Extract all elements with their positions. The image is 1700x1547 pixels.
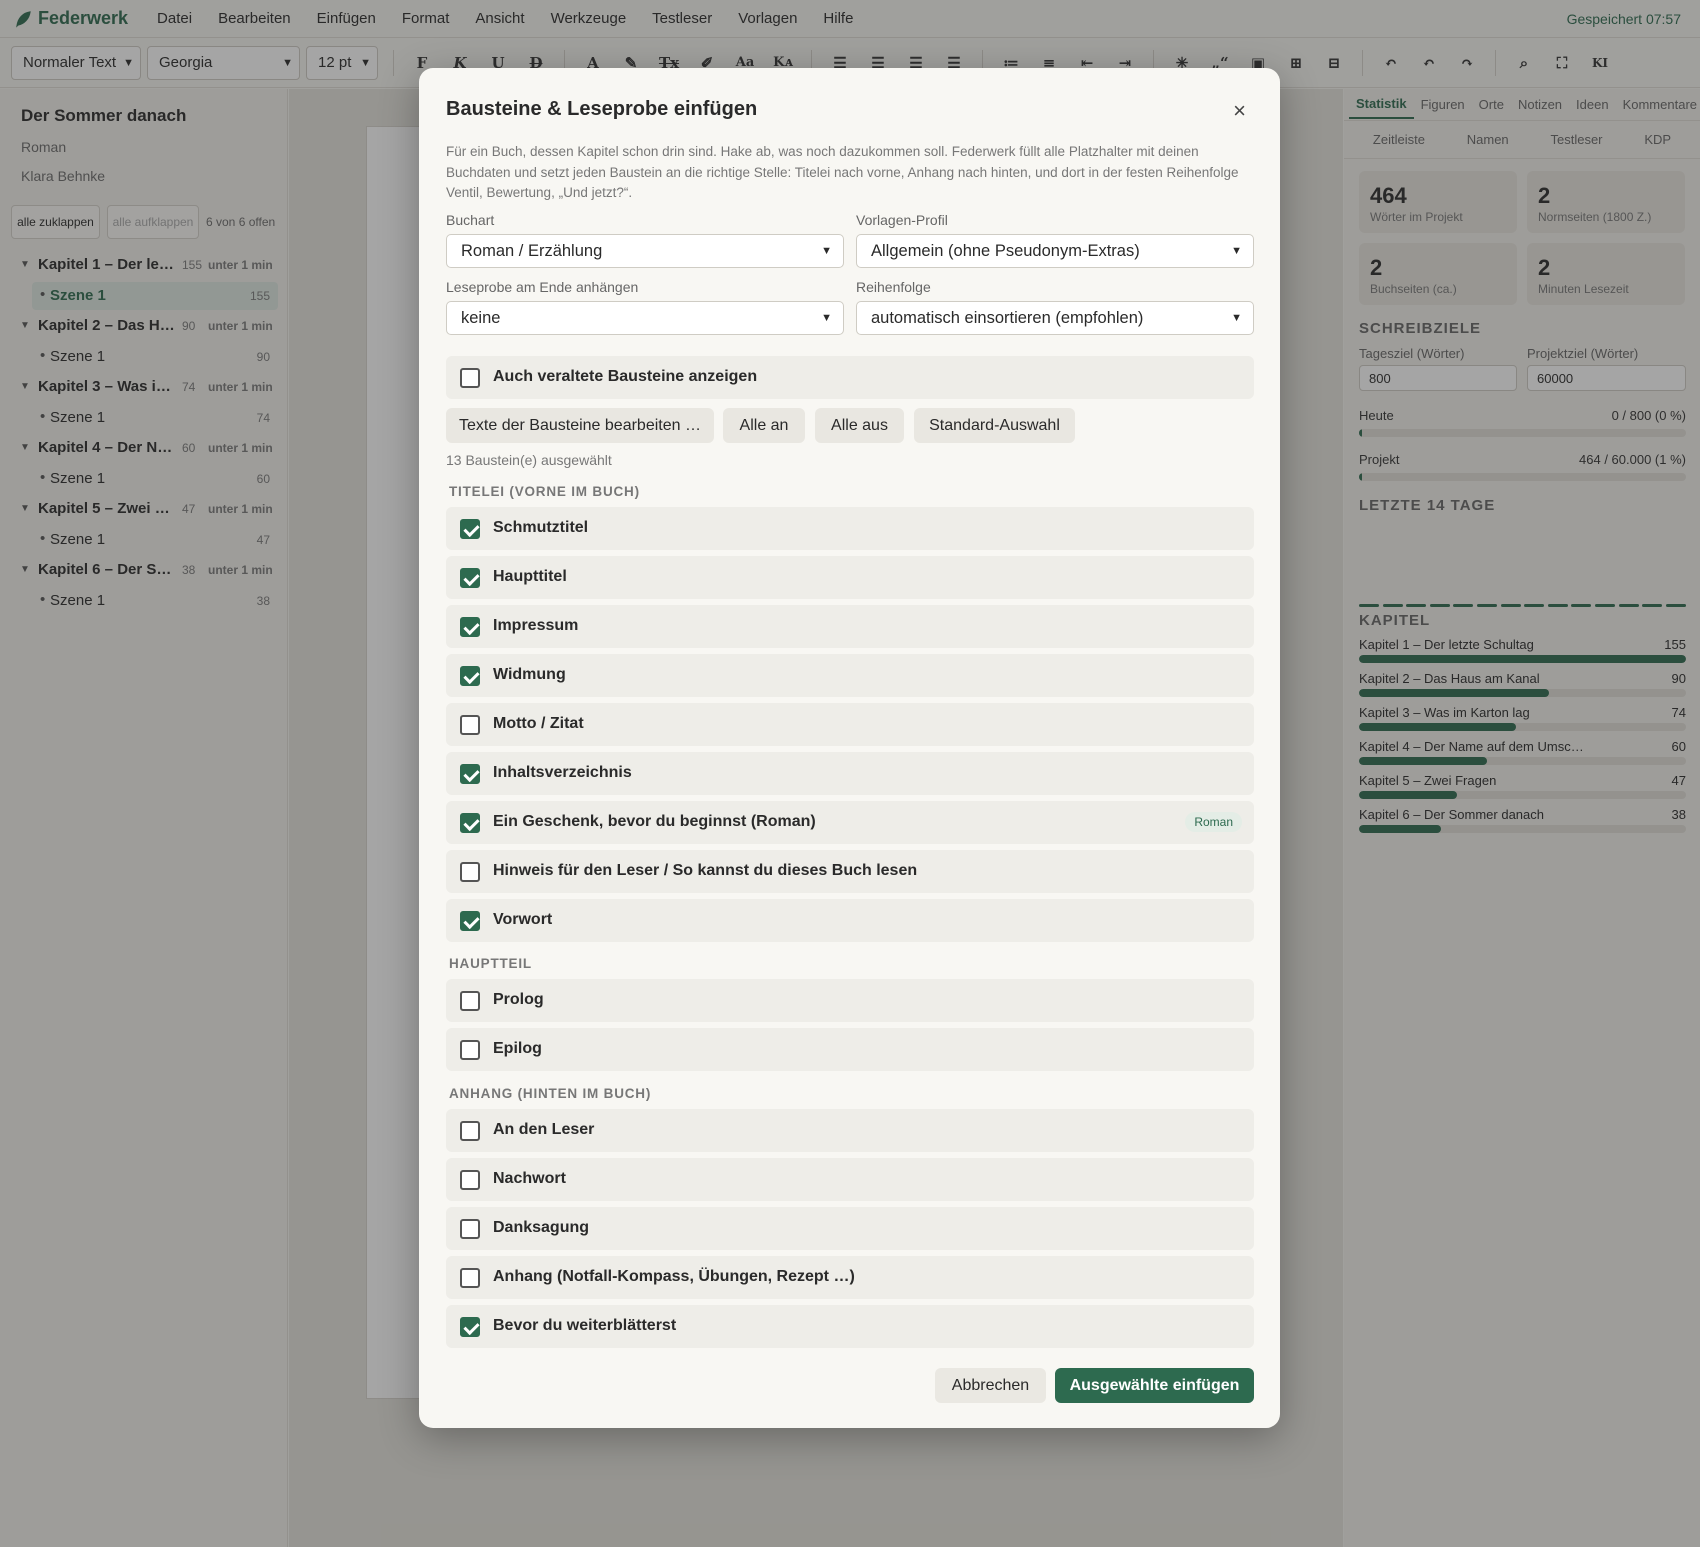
chevron-down-icon: ▼ [821,312,832,324]
chevron-down-icon: ▼ [821,245,832,257]
block-option-label: Widmung [493,666,566,683]
order-value: automatisch einsortieren (empfohlen) [871,309,1144,327]
checkbox[interactable] [460,1040,480,1060]
block-option[interactable]: Nachwort [446,1158,1254,1201]
section-front-heading: TITELEI (VORNE IM BUCH) [449,484,640,499]
block-option-label: Hinweis für den Leser / So kannst du die… [493,862,918,879]
checkbox[interactable] [460,862,480,882]
selected-count: 13 Baustein(e) ausgewählt [446,452,612,468]
chevron-down-icon: ▼ [1231,312,1242,324]
section-back-heading: ANHANG (HINTEN IM BUCH) [449,1086,652,1101]
insert-blocks-dialog: Bausteine & Leseprobe einfügen × Für ein… [419,68,1280,1428]
block-option-label: Vorwort [493,911,553,928]
profile-label: Vorlagen-Profil [856,212,948,228]
order-label: Reihenfolge [856,279,931,295]
sample-value: keine [461,309,501,327]
block-option-label: Impressum [493,617,579,634]
block-option[interactable]: Hinweis für den Leser / So kannst du die… [446,850,1254,893]
checkbox[interactable] [460,764,480,784]
insert-selected-button[interactable]: Ausgewählte einfügen [1055,1368,1254,1403]
section-main-heading: HAUPTTEIL [449,956,532,971]
checkbox[interactable] [460,568,480,588]
block-option-label: Ein Geschenk, bevor du beginnst (Roman) [493,813,816,830]
checkbox[interactable] [460,1268,480,1288]
checkbox[interactable] [460,1219,480,1239]
checkbox-label: Auch veraltete Bausteine anzeigen [493,368,758,385]
checkbox[interactable] [460,911,480,931]
block-option[interactable]: Danksagung [446,1207,1254,1250]
block-option-label: Epilog [493,1040,542,1057]
block-option-label: Bevor du weiterblätterst [493,1317,677,1334]
checkbox[interactable] [460,813,480,833]
profile-value: Allgemein (ohne Pseudonym-Extras) [871,242,1140,260]
all-off-button[interactable]: Alle aus [815,408,904,443]
checkbox[interactable] [460,1170,480,1190]
block-option[interactable]: Anhang (Notfall-Kompass, Übungen, Rezept… [446,1256,1254,1299]
book-type-value: Roman / Erzählung [461,242,603,260]
block-option[interactable]: Vorwort [446,899,1254,942]
block-option-label: An den Leser [493,1121,595,1138]
block-option[interactable]: An den Leser [446,1109,1254,1152]
block-option-label: Nachwort [493,1170,566,1187]
dialog-title: Bausteine & Leseprobe einfügen [446,98,758,120]
block-option-label: Motto / Zitat [493,715,584,732]
checkbox[interactable] [460,991,480,1011]
block-option-label: Haupttitel [493,568,567,585]
checkbox[interactable] [460,368,480,388]
checkbox[interactable] [460,1317,480,1337]
book-type-label: Buchart [446,212,495,228]
block-option[interactable]: Schmutztitel [446,507,1254,550]
order-select[interactable]: automatisch einsortieren (empfohlen) ▼ [856,301,1254,335]
block-option-label: Prolog [493,991,544,1008]
block-option[interactable]: Widmung [446,654,1254,697]
block-option-label: Inhaltsverzeichnis [493,764,632,781]
checkbox[interactable] [460,666,480,686]
default-selection-button[interactable]: Standard-Auswahl [914,408,1075,443]
block-option[interactable]: Bevor du weiterblätterst [446,1305,1254,1348]
sample-select[interactable]: keine ▼ [446,301,844,335]
block-option[interactable]: Prolog [446,979,1254,1022]
block-option[interactable]: Motto / Zitat [446,703,1254,746]
all-on-button[interactable]: Alle an [723,408,805,443]
category-badge: Roman [1185,812,1242,832]
chevron-down-icon: ▼ [1231,245,1242,257]
cancel-button[interactable]: Abbrechen [935,1368,1046,1403]
edit-blocks-button[interactable]: Texte der Bausteine bearbeiten … [446,408,714,443]
block-option[interactable]: Haupttitel [446,556,1254,599]
book-type-select[interactable]: Roman / Erzählung ▼ [446,234,844,268]
block-option[interactable]: Ein Geschenk, bevor du beginnst (Roman) R… [446,801,1254,844]
checkbox[interactable] [460,519,480,539]
show-old-blocks-toggle[interactable]: Auch veraltete Bausteine anzeigen [446,356,1254,399]
checkbox[interactable] [460,715,480,735]
block-option[interactable]: Impressum [446,605,1254,648]
close-icon[interactable]: × [1233,98,1246,124]
checkbox[interactable] [460,1121,480,1141]
block-option-label: Danksagung [493,1219,590,1236]
block-option[interactable]: Epilog [446,1028,1254,1071]
sample-label: Leseprobe am Ende anhängen [446,279,639,295]
block-option-label: Anhang (Notfall-Kompass, Übungen, Rezept… [493,1268,855,1285]
profile-select[interactable]: Allgemein (ohne Pseudonym-Extras) ▼ [856,234,1254,268]
block-option[interactable]: Inhaltsverzeichnis [446,752,1254,795]
checkbox[interactable] [460,617,480,637]
dialog-description: Für ein Buch, dessen Kapitel schon drin … [446,144,1239,200]
block-option-label: Schmutztitel [493,519,589,536]
